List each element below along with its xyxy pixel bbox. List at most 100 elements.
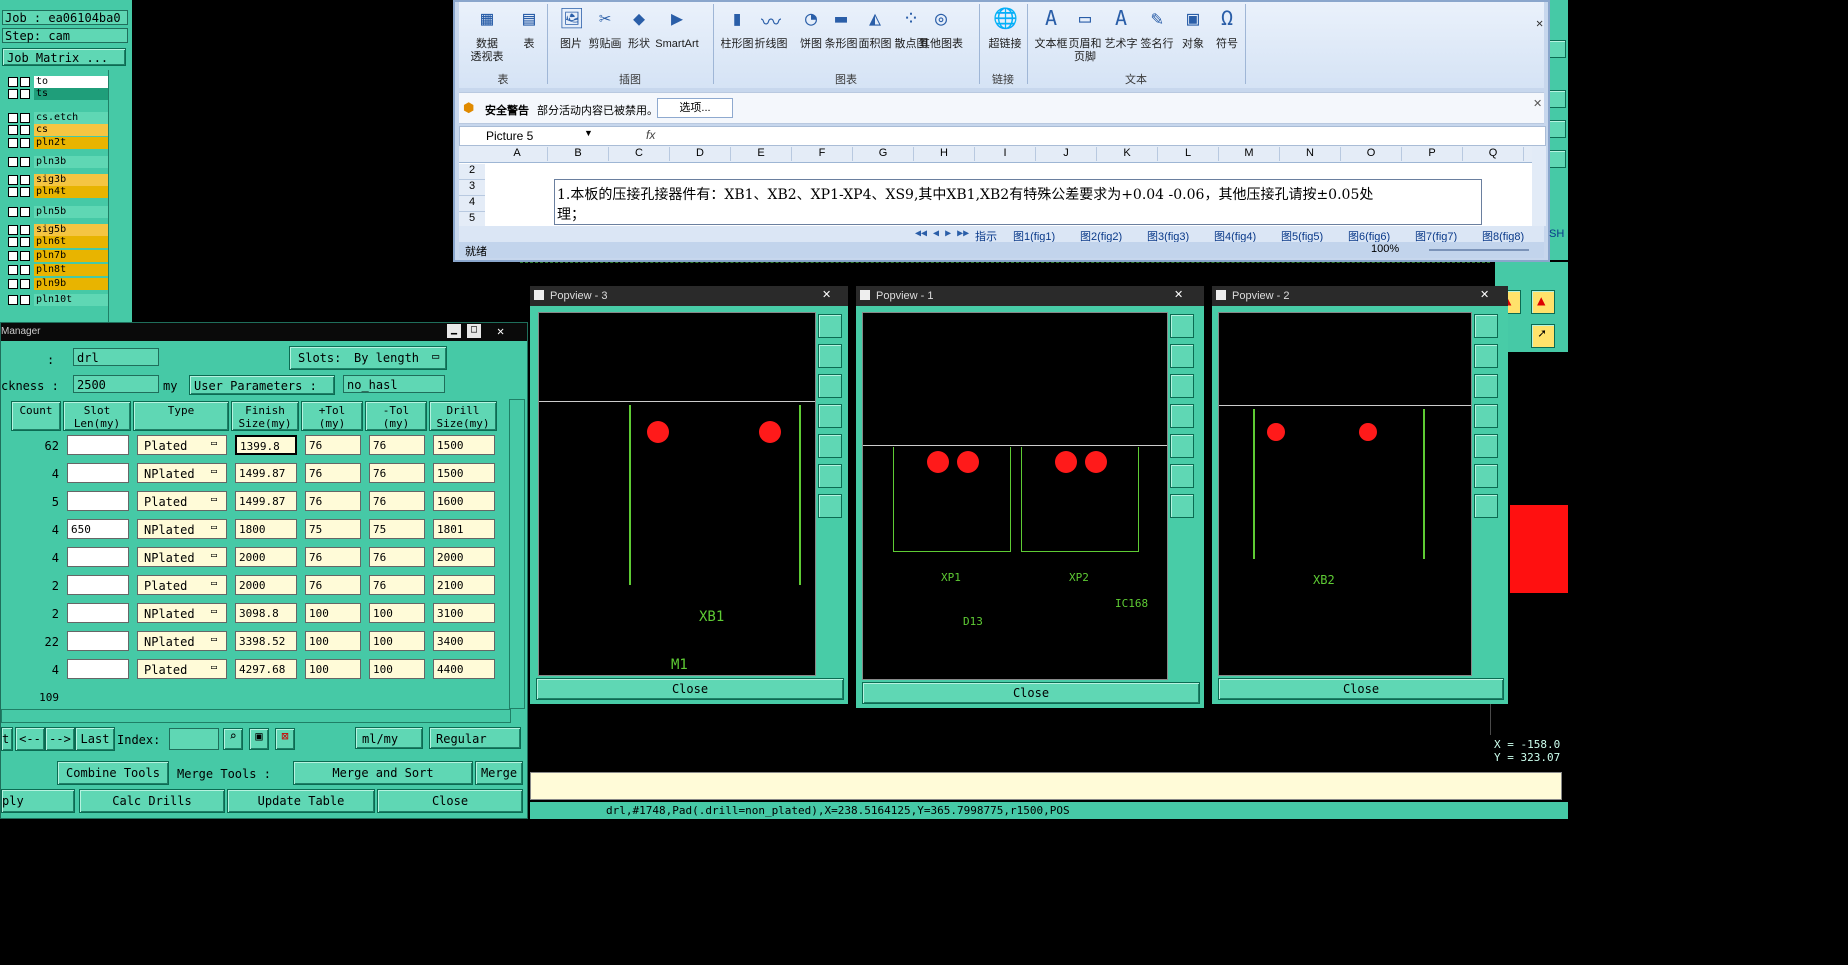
merge-sort-menu[interactable]: Merge and Sort bbox=[293, 761, 473, 785]
layer-checkbox[interactable] bbox=[20, 279, 30, 289]
toolbar-button[interactable] bbox=[1548, 150, 1566, 168]
apply-button[interactable]: ply bbox=[1, 789, 75, 813]
drill-cell[interactable]: 2000 bbox=[433, 547, 495, 567]
ptol-cell[interactable]: 100 bbox=[305, 659, 361, 679]
center-icon[interactable] bbox=[1170, 494, 1194, 518]
drill-pad[interactable] bbox=[647, 421, 669, 443]
vertical-scrollbar[interactable] bbox=[1532, 146, 1546, 226]
column-header[interactable]: F bbox=[792, 147, 853, 161]
expand-icon[interactable] bbox=[1170, 464, 1194, 488]
column-header[interactable]: K bbox=[1097, 147, 1158, 161]
table-hscroll[interactable] bbox=[1, 709, 511, 723]
column-header[interactable]: P bbox=[1402, 147, 1463, 161]
column-header[interactable]: A bbox=[487, 147, 548, 161]
job-panel-scroll[interactable] bbox=[108, 70, 131, 322]
column-header[interactable]: H bbox=[914, 147, 975, 161]
slot-cell[interactable] bbox=[67, 603, 129, 623]
drill-cell[interactable]: 1500 bbox=[433, 463, 495, 483]
ribbon-button[interactable]: 🌐 超链接 bbox=[983, 2, 1027, 68]
layer-checkbox[interactable] bbox=[8, 251, 18, 261]
ribbon-button[interactable]: 〰折线图 bbox=[749, 2, 793, 68]
mtol-cell[interactable]: 100 bbox=[369, 631, 425, 651]
layer-checkbox[interactable] bbox=[20, 138, 30, 148]
row-header[interactable]: 3 bbox=[459, 180, 485, 196]
zoom-out-icon[interactable] bbox=[1170, 374, 1194, 398]
popview-canvas[interactable]: XB1 M1 bbox=[538, 312, 816, 676]
pan-left-icon[interactable] bbox=[1474, 404, 1498, 428]
calc-drills-button[interactable]: Calc Drills bbox=[79, 789, 225, 813]
layer-checkbox[interactable] bbox=[8, 157, 18, 167]
minimize-icon[interactable]: ▁ bbox=[447, 324, 461, 338]
layer-checkbox[interactable] bbox=[20, 237, 30, 247]
dropdown-icon[interactable]: ▭ bbox=[211, 606, 217, 617]
text-box-picture[interactable]: 1.本板的压接孔接器件有：XB1、XB2、XP1-XP4、XS9,其中XB1,X… bbox=[554, 179, 1482, 225]
column-header[interactable]: B bbox=[548, 147, 609, 161]
ribbon-button[interactable]: ▶ SmartArt bbox=[655, 2, 699, 68]
zoom-fit-icon[interactable] bbox=[818, 314, 842, 338]
pan-right-icon[interactable] bbox=[1474, 434, 1498, 458]
mtol-cell[interactable]: 76 bbox=[369, 491, 425, 511]
center-icon[interactable] bbox=[818, 494, 842, 518]
first-button[interactable]: t bbox=[1, 727, 13, 751]
slot-cell[interactable] bbox=[67, 575, 129, 595]
layer-checkbox[interactable] bbox=[8, 295, 18, 305]
dropdown-icon[interactable]: ▭ bbox=[211, 494, 217, 505]
pan-right-icon[interactable] bbox=[1170, 434, 1194, 458]
toolbar-button[interactable] bbox=[1548, 40, 1566, 58]
ptol-cell[interactable]: 76 bbox=[305, 575, 361, 595]
index-field[interactable] bbox=[169, 728, 219, 750]
finish-cell[interactable]: 3098.8 bbox=[235, 603, 297, 623]
close-icon[interactable]: ✕ bbox=[1533, 97, 1542, 110]
table-header[interactable]: Drill Size(my) bbox=[429, 401, 497, 431]
pointer-tool-icon[interactable]: ➚ bbox=[1531, 324, 1555, 348]
finish-cell[interactable]: 1499.87 bbox=[235, 463, 297, 483]
zoom-in-icon[interactable] bbox=[1170, 344, 1194, 368]
mode-menu[interactable]: Regular bbox=[429, 727, 521, 749]
drill-pad[interactable] bbox=[1359, 423, 1377, 441]
last-button[interactable]: Last bbox=[75, 727, 115, 751]
layer-checkbox[interactable] bbox=[8, 138, 18, 148]
mtol-cell[interactable]: 100 bbox=[369, 659, 425, 679]
layer-checkbox[interactable] bbox=[8, 187, 18, 197]
column-header[interactable]: G bbox=[853, 147, 914, 161]
column-header[interactable]: I bbox=[975, 147, 1036, 161]
finish-cell[interactable]: 2000 bbox=[235, 575, 297, 595]
drill-cell[interactable]: 1600 bbox=[433, 491, 495, 511]
drill-pad[interactable] bbox=[759, 421, 781, 443]
close-icon[interactable]: ✕ bbox=[1480, 288, 1489, 301]
mtol-cell[interactable]: 76 bbox=[369, 435, 425, 455]
ribbon-button[interactable]: Ω 符号 bbox=[1205, 2, 1249, 68]
layer-name-field[interactable]: drl bbox=[73, 348, 159, 366]
options-button[interactable]: 选项... bbox=[657, 98, 733, 118]
excel-close-icon[interactable]: ✕ bbox=[1536, 16, 1543, 30]
ptol-cell[interactable]: 100 bbox=[305, 631, 361, 651]
center-icon[interactable] bbox=[1474, 494, 1498, 518]
drill-pad[interactable] bbox=[957, 451, 979, 473]
slot-cell[interactable] bbox=[67, 491, 129, 511]
popview-canvas[interactable]: XB2 bbox=[1218, 312, 1472, 676]
layer-checkbox[interactable] bbox=[8, 113, 18, 123]
layer-checkbox[interactable] bbox=[20, 125, 30, 135]
save-icon[interactable]: ▣ bbox=[249, 728, 269, 750]
layer-checkbox[interactable] bbox=[20, 89, 30, 99]
slot-cell[interactable] bbox=[67, 435, 129, 455]
next-button[interactable]: --> bbox=[45, 727, 75, 751]
slot-cell[interactable]: 650 bbox=[67, 519, 129, 539]
close-icon[interactable]: ✕ bbox=[497, 324, 515, 338]
layer-checkbox[interactable] bbox=[8, 125, 18, 135]
slot-cell[interactable] bbox=[67, 547, 129, 567]
prev-button[interactable]: <-- bbox=[15, 727, 45, 751]
layer-checkbox[interactable] bbox=[20, 251, 30, 261]
ptol-cell[interactable]: 76 bbox=[305, 491, 361, 511]
toolbar-button[interactable] bbox=[1548, 120, 1566, 138]
ptol-cell[interactable]: 76 bbox=[305, 547, 361, 567]
job-matrix-button[interactable]: Job Matrix ... bbox=[2, 48, 126, 66]
layer-checkbox[interactable] bbox=[8, 265, 18, 275]
drill-cell[interactable]: 4400 bbox=[433, 659, 495, 679]
drill-cell[interactable]: 3400 bbox=[433, 631, 495, 651]
zoom-in-icon[interactable] bbox=[818, 344, 842, 368]
slot-cell[interactable] bbox=[67, 631, 129, 651]
mtol-cell[interactable]: 76 bbox=[369, 547, 425, 567]
drill-cell[interactable]: 2100 bbox=[433, 575, 495, 595]
layer-checkbox[interactable] bbox=[8, 279, 18, 289]
